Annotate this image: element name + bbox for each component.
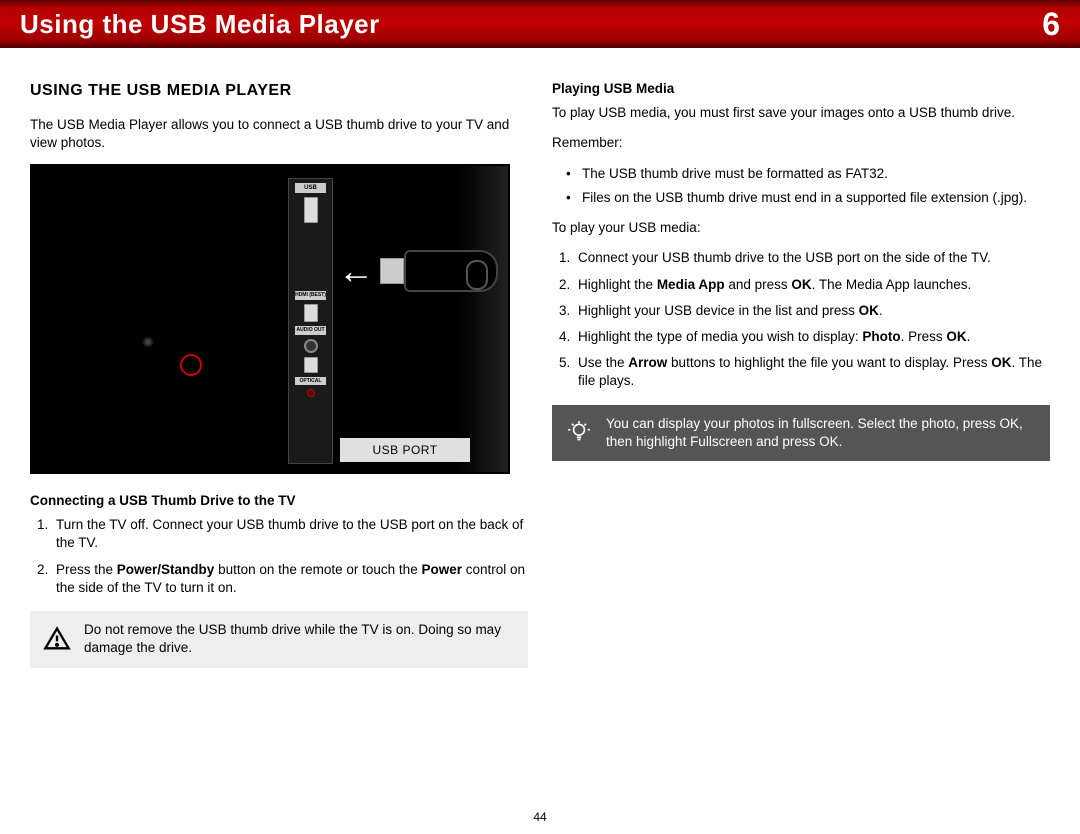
pstep-2: Highlight the Media App and press OK. Th… (574, 276, 1050, 294)
optical-label: OPTICAL (295, 377, 326, 386)
t: Highlight the type of media you wish to … (578, 329, 862, 344)
usb-label: USB (295, 183, 326, 193)
playing-intro: To play USB media, you must first save y… (552, 104, 1050, 122)
play-steps: Connect your USB thumb drive to the USB … (552, 249, 1050, 390)
t: . (967, 329, 971, 344)
pstep-4: Highlight the type of media you wish to … (574, 328, 1050, 346)
page-number: 44 (0, 810, 1080, 824)
t: . Press (901, 329, 947, 344)
step-2: Press the Power/Standby button on the re… (52, 561, 528, 597)
remember-item-1: The USB thumb drive must be formatted as… (582, 165, 1050, 183)
right-column: Playing USB Media To play USB media, you… (552, 80, 1050, 668)
screw-icon (142, 336, 154, 348)
lightbulb-icon (564, 418, 594, 448)
page-content: USING THE USB MEDIA PLAYER The USB Media… (0, 48, 1080, 678)
hdmi-label: HDMI (BEST) (295, 291, 326, 300)
section-heading: USING THE USB MEDIA PLAYER (30, 80, 528, 102)
b: Arrow (628, 355, 667, 370)
pstep-5: Use the Arrow buttons to highlight the f… (574, 354, 1050, 390)
warning-text: Do not remove the USB thumb drive while … (84, 621, 516, 657)
connecting-steps: Turn the TV off. Connect your USB thumb … (30, 516, 528, 597)
left-column: USING THE USB MEDIA PLAYER The USB Media… (30, 80, 528, 668)
b: OK (991, 355, 1011, 370)
usb-connector-icon (380, 258, 404, 284)
usb-stick-illustration: ← (338, 244, 498, 298)
step-2-bold1: Power/Standby (117, 562, 215, 577)
t: Highlight your USB device in the list an… (578, 303, 859, 318)
step-2-text: Press the (56, 562, 117, 577)
t: buttons to highlight the file you want t… (667, 355, 991, 370)
t: Highlight the (578, 277, 657, 292)
t: Use the (578, 355, 628, 370)
connecting-heading: Connecting a USB Thumb Drive to the TV (30, 492, 528, 510)
usb-port-tag: USB PORT (340, 438, 470, 462)
b: OK (859, 303, 879, 318)
chapter-number: 6 (1042, 6, 1060, 43)
tip-callout: You can display your photos in fullscree… (552, 405, 1050, 461)
remember-item-2: Files on the USB thumb drive must end in… (582, 189, 1050, 207)
playing-heading: Playing USB Media (552, 80, 1050, 98)
step-1: Turn the TV off. Connect your USB thumb … (52, 516, 528, 552)
b: OK (791, 277, 811, 292)
intro-paragraph: The USB Media Player allows you to conne… (30, 116, 528, 152)
warning-icon (42, 624, 72, 654)
step-2-bold2: Power (421, 562, 462, 577)
pstep-3: Highlight your USB device in the list an… (574, 302, 1050, 320)
play-label: To play your USB media: (552, 219, 1050, 237)
b: OK (946, 329, 966, 344)
warning-callout: Do not remove the USB thumb drive while … (30, 611, 528, 667)
audio-port-icon (304, 339, 318, 353)
chapter-title: Using the USB Media Player (20, 9, 380, 40)
step-2-text2: button on the remote or touch the (214, 562, 421, 577)
remember-list: The USB thumb drive must be formatted as… (552, 165, 1050, 207)
t: . The Media App launches. (812, 277, 972, 292)
hdmi-port-icon (304, 304, 318, 322)
b: Media App (657, 277, 725, 292)
b: Photo (862, 329, 900, 344)
usb-port-icon (304, 197, 318, 223)
red-ring-icon (180, 354, 202, 376)
arrow-left-icon: ← (338, 247, 374, 296)
chapter-header: Using the USB Media Player 6 (0, 0, 1080, 48)
tip-text: You can display your photos in fullscree… (606, 415, 1038, 451)
pstep-1: Connect your USB thumb drive to the USB … (574, 249, 1050, 267)
red-dot-icon (307, 389, 315, 397)
tv-usb-diagram: USB HDMI (BEST) AUDIO OUT OPTICAL ← USB … (30, 164, 510, 474)
audio-label: AUDIO OUT (295, 326, 326, 335)
t: . (879, 303, 883, 318)
optical-port-icon (304, 357, 318, 373)
t: and press (725, 277, 792, 292)
usb-body-icon (404, 250, 498, 292)
port-panel: USB HDMI (BEST) AUDIO OUT OPTICAL (288, 178, 333, 464)
remember-label: Remember: (552, 134, 1050, 152)
